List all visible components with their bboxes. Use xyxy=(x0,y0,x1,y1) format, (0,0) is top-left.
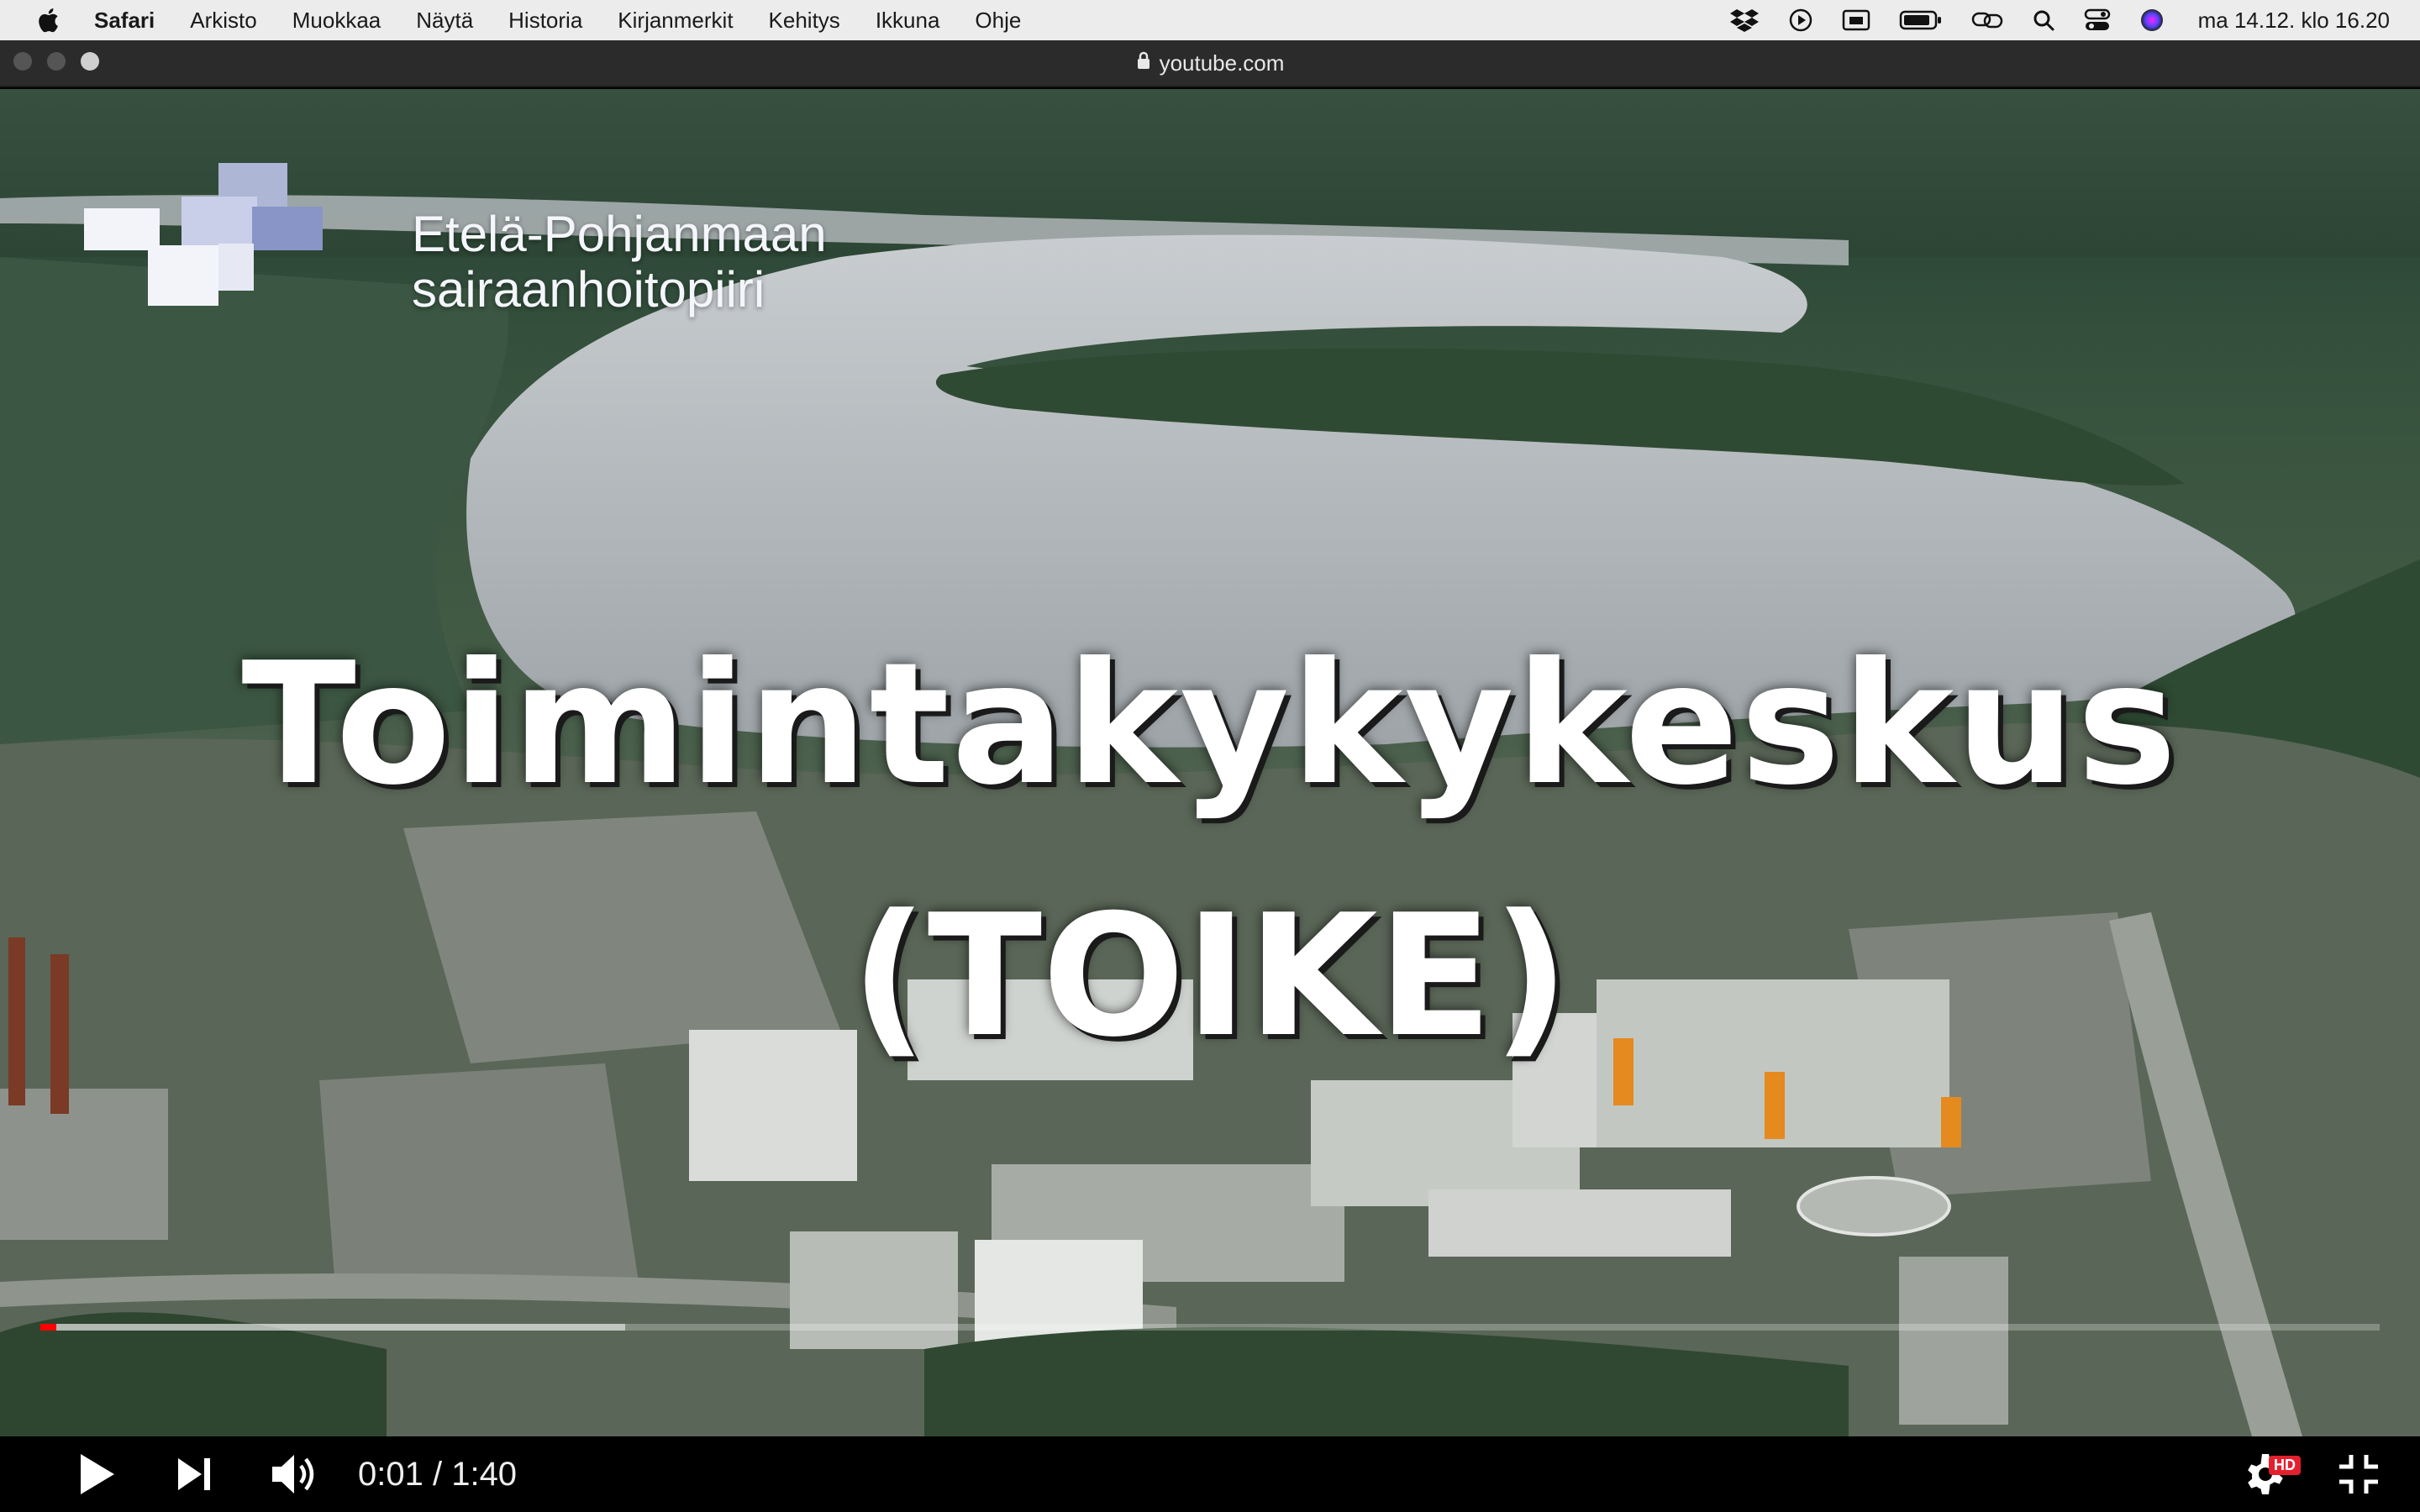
siri-icon[interactable] xyxy=(2139,8,2165,33)
time-separator: / xyxy=(423,1455,452,1493)
menu-historia[interactable]: Historia xyxy=(508,8,582,34)
link-icon[interactable] xyxy=(1971,8,2003,32)
apple-menu-icon[interactable] xyxy=(37,7,60,34)
menu-kehitys[interactable]: Kehitys xyxy=(769,8,840,34)
address-bar[interactable]: youtube.com xyxy=(1136,50,1285,76)
logo-line-2: sairaanhoitopiiri xyxy=(412,261,765,318)
macos-menubar: Safari Arkisto Muokkaa Näytä Historia Ki… xyxy=(0,0,2420,40)
menubar-clock[interactable]: ma 14.12. klo 16.20 xyxy=(2198,8,2390,34)
time-display: 0:01 / 1:40 xyxy=(358,1456,517,1494)
video-title-line-2: (TOIKE) xyxy=(850,879,1570,1074)
window-controls xyxy=(13,52,99,71)
video-player[interactable]: Etelä-Pohjanmaan sairaanhoitopiiri Toimi… xyxy=(0,89,2420,1436)
close-window-button[interactable] xyxy=(13,52,32,71)
search-icon[interactable] xyxy=(2032,8,2055,32)
battery-icon[interactable] xyxy=(1899,9,1943,31)
current-time: 0:01 xyxy=(358,1455,424,1493)
url-text: youtube.com xyxy=(1159,50,1285,76)
video-controls: 0:01 / 1:40 HD xyxy=(0,1436,2420,1512)
logo-line-1: Etelä-Pohjanmaan xyxy=(412,206,827,262)
lock-icon xyxy=(1136,50,1151,76)
menu-ohje[interactable]: Ohje xyxy=(975,8,1021,34)
logo-text: Etelä-Pohjanmaan sairaanhoitopiiri xyxy=(412,207,827,318)
dropbox-icon[interactable] xyxy=(1729,8,1760,33)
video-title-line-1: Toimintakykykeskus xyxy=(241,627,2179,822)
settings-button[interactable]: HD xyxy=(2244,1452,2301,1496)
minimize-window-button[interactable] xyxy=(47,52,66,71)
video-progress-bar[interactable] xyxy=(40,1324,2380,1331)
safari-titlebar: youtube.com xyxy=(0,40,2420,87)
hospital-district-logo xyxy=(84,163,323,306)
volume-icon[interactable] xyxy=(271,1452,323,1496)
play-button[interactable] xyxy=(77,1452,116,1496)
menu-kirjanmerkit[interactable]: Kirjanmerkit xyxy=(618,8,733,34)
progress-loaded xyxy=(40,1324,625,1331)
menu-app-safari[interactable]: Safari xyxy=(94,8,155,34)
play-circle-icon[interactable] xyxy=(1788,8,1813,33)
screen-icon[interactable] xyxy=(1842,8,1870,32)
control-center-icon[interactable] xyxy=(2084,8,2111,33)
fullscreen-window-button[interactable] xyxy=(81,52,99,71)
menu-muokkaa[interactable]: Muokkaa xyxy=(292,8,381,34)
next-button[interactable] xyxy=(176,1457,212,1492)
duration: 1:40 xyxy=(451,1455,518,1493)
exit-fullscreen-button[interactable] xyxy=(2338,1453,2380,1495)
menu-nayta[interactable]: Näytä xyxy=(416,8,473,34)
hd-badge: HD xyxy=(2269,1456,2301,1475)
progress-played xyxy=(40,1324,57,1331)
menu-arkisto[interactable]: Arkisto xyxy=(190,8,256,34)
menu-ikkuna[interactable]: Ikkuna xyxy=(876,8,940,34)
